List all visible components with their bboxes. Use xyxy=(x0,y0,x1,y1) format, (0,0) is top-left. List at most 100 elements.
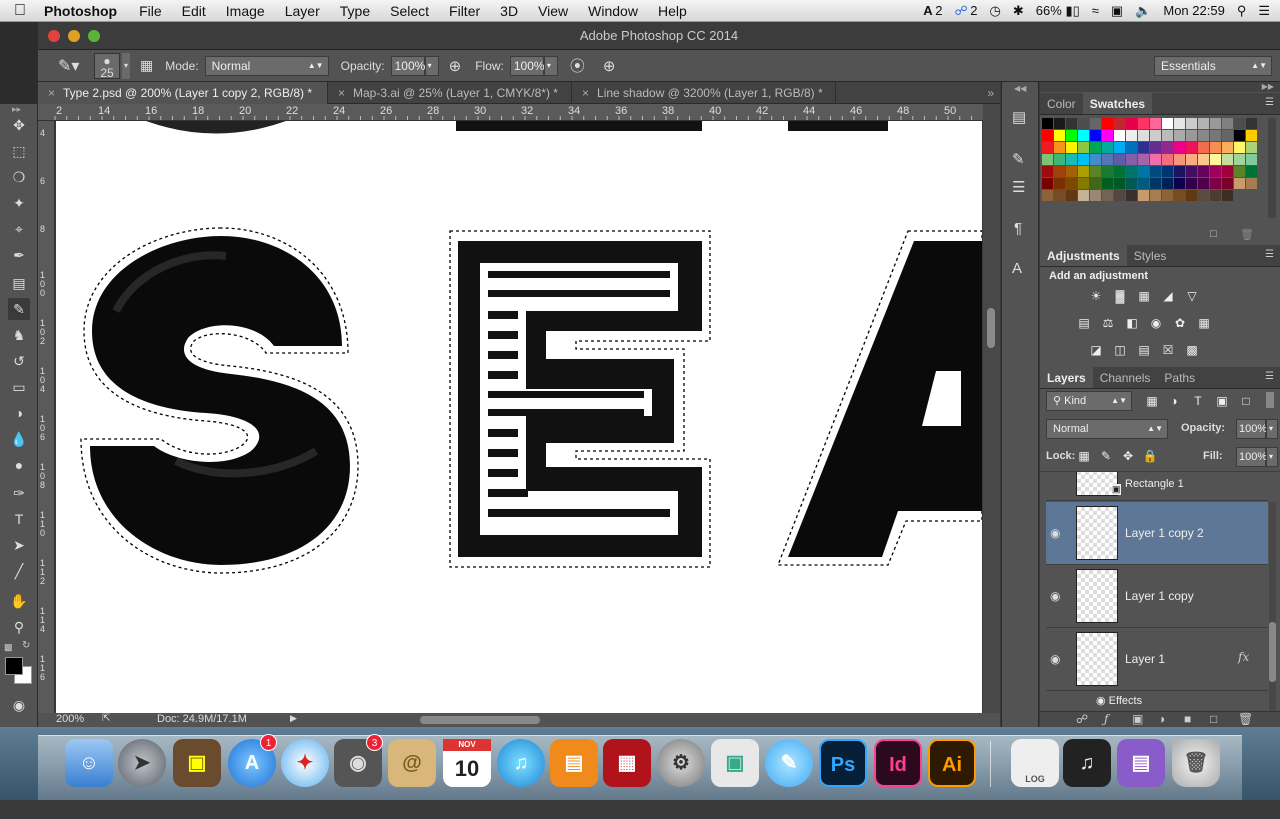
color-swatch[interactable] xyxy=(1138,190,1149,201)
menu-select[interactable]: Select xyxy=(380,3,439,19)
color-lookup-icon[interactable]: ▦ xyxy=(1196,316,1212,330)
color-swatch[interactable] xyxy=(1198,142,1209,153)
type-tool-icon[interactable]: T xyxy=(8,508,30,530)
color-swatch[interactable] xyxy=(1174,178,1185,189)
color-swatch[interactable] xyxy=(1138,118,1149,129)
new-adjustment-icon[interactable]: ◑ xyxy=(1158,712,1165,726)
character-panel-icon[interactable]: A xyxy=(1012,260,1022,277)
color-swatch[interactable] xyxy=(1102,118,1113,129)
wifi-icon[interactable]: ≈ xyxy=(1092,3,1099,18)
calendar-icon[interactable]: NOV 10 xyxy=(443,739,491,787)
zoom-level[interactable]: 200% xyxy=(56,713,84,725)
color-swatch[interactable] xyxy=(1198,178,1209,189)
color-swatch[interactable] xyxy=(1126,178,1137,189)
menu-layer[interactable]: Layer xyxy=(275,3,330,19)
color-swatch[interactable] xyxy=(1186,118,1197,129)
color-swatch[interactable] xyxy=(1198,154,1209,165)
brush-tool-preset-icon[interactable]: ✎▾ xyxy=(58,56,88,76)
brush-size-arrow-icon[interactable]: ▾ xyxy=(122,52,131,79)
color-swatch[interactable] xyxy=(1210,130,1221,141)
pressure-opacity-icon[interactable]: ⊕ xyxy=(449,57,462,75)
tab-color[interactable]: Color xyxy=(1040,93,1083,114)
color-swatch[interactable] xyxy=(1138,142,1149,153)
apple-icon[interactable]:  xyxy=(0,2,40,20)
new-swatch-icon[interactable]: □ xyxy=(1210,228,1217,240)
color-swatch[interactable] xyxy=(1090,142,1101,153)
color-swatch[interactable] xyxy=(1162,166,1173,177)
clock[interactable]: Mon 22:59 xyxy=(1163,3,1224,18)
color-swatch[interactable] xyxy=(1066,154,1077,165)
brush-panel-toggle-icon[interactable]: ▦ xyxy=(140,57,153,74)
color-swatch[interactable] xyxy=(1054,118,1065,129)
color-swatch[interactable] xyxy=(1042,178,1053,189)
color-swatch[interactable] xyxy=(1126,142,1137,153)
photo-browser-icon[interactable]: ▣ xyxy=(173,739,221,787)
color-swatch[interactable] xyxy=(1150,154,1161,165)
color-swatch[interactable] xyxy=(1210,142,1221,153)
color-swatch[interactable] xyxy=(1090,154,1101,165)
color-swatch[interactable] xyxy=(1162,154,1173,165)
path-selection-tool-icon[interactable]: ➤ xyxy=(8,534,30,556)
color-swatch[interactable] xyxy=(1054,142,1065,153)
color-swatch[interactable] xyxy=(1102,142,1113,153)
effects-row[interactable]: ◉ Effects xyxy=(1096,694,1142,707)
color-swatch[interactable] xyxy=(1042,166,1053,177)
color-swatch[interactable] xyxy=(1042,130,1053,141)
layer-row-layer-1-copy[interactable]: ◉ Layer 1 copy xyxy=(1046,565,1268,628)
color-swatch[interactable] xyxy=(1090,130,1101,141)
default-colors-icon[interactable]: ▩ xyxy=(4,642,13,653)
color-swatch[interactable] xyxy=(1150,166,1161,177)
color-swatch[interactable] xyxy=(1114,190,1125,201)
color-swatch[interactable] xyxy=(1078,118,1089,129)
swatches-menu-icon[interactable]: ☰ xyxy=(1265,97,1274,108)
levels-icon[interactable]: ▓ xyxy=(1112,289,1128,303)
color-swatch[interactable] xyxy=(1066,166,1077,177)
color-swatch[interactable] xyxy=(1066,190,1077,201)
layer-row-rectangle[interactable]: ▣ Rectangle 1 xyxy=(1046,472,1268,501)
color-swatch[interactable] xyxy=(1162,118,1173,129)
color-swatch[interactable] xyxy=(1138,178,1149,189)
creative-cloud-icon[interactable]: ☍ 2 xyxy=(955,3,978,19)
filter-smart-object-icon[interactable]: □ xyxy=(1238,394,1254,408)
tab-paths[interactable]: Paths xyxy=(1157,367,1202,388)
channel-mixer-icon[interactable]: ✿ xyxy=(1172,316,1188,330)
gradient-map-icon[interactable]: ▩ xyxy=(1184,343,1200,357)
color-swatch[interactable] xyxy=(1174,142,1185,153)
system-preferences-icon[interactable]: ⚙ xyxy=(657,739,705,787)
marquee-tool-icon[interactable]: ⬚ xyxy=(8,140,30,162)
color-swatch[interactable] xyxy=(1126,130,1137,141)
display-icon[interactable]: ▣ xyxy=(1111,3,1123,19)
photoshop-dock-icon[interactable]: Ps xyxy=(819,739,867,787)
trash-icon[interactable]: 🗑 xyxy=(1172,739,1220,787)
adjustments-menu-icon[interactable]: ☰ xyxy=(1265,249,1274,260)
layers-scroll-thumb[interactable] xyxy=(1269,622,1276,682)
color-swatch[interactable] xyxy=(1078,154,1089,165)
color-swatch[interactable] xyxy=(1186,190,1197,201)
vibrance-icon[interactable]: ▽ xyxy=(1184,289,1200,303)
color-swatch[interactable] xyxy=(1042,118,1053,129)
tab-channels[interactable]: Channels xyxy=(1093,367,1158,388)
panels-collapse-icon[interactable]: ▶▶ xyxy=(1040,82,1280,92)
brush-tool-icon[interactable]: ✎ xyxy=(8,298,30,320)
color-swatch[interactable] xyxy=(1114,118,1125,129)
color-swatch[interactable] xyxy=(1150,178,1161,189)
color-swatch[interactable] xyxy=(1234,178,1245,189)
brightness-contrast-icon[interactable]: ☀ xyxy=(1088,289,1104,303)
color-swatch[interactable] xyxy=(1234,118,1245,129)
color-swatch[interactable] xyxy=(1222,178,1233,189)
messages-icon[interactable]: ✎ xyxy=(765,739,813,787)
color-swatch[interactable] xyxy=(1078,166,1089,177)
add-style-icon[interactable]: ƒ xyxy=(1104,712,1108,726)
lock-all-icon[interactable]: 🔒 xyxy=(1142,449,1158,463)
lock-position-icon[interactable]: ✥ xyxy=(1120,449,1136,463)
close-tab-icon[interactable]: × xyxy=(48,86,55,100)
link-layers-icon[interactable]: ☍ xyxy=(1076,712,1088,726)
color-swatch[interactable] xyxy=(1066,178,1077,189)
color-swatch[interactable] xyxy=(1102,130,1113,141)
color-swatch[interactable] xyxy=(1042,190,1053,201)
contacts-icon[interactable]: @ xyxy=(388,739,436,787)
pen-tool-icon[interactable]: ✑ xyxy=(8,482,30,504)
eyedropper-tool-icon[interactable]: ✒ xyxy=(8,244,30,266)
brush-presets-icon[interactable]: ✎ xyxy=(1012,150,1025,168)
lock-pixels-icon[interactable]: ✎ xyxy=(1098,449,1114,463)
